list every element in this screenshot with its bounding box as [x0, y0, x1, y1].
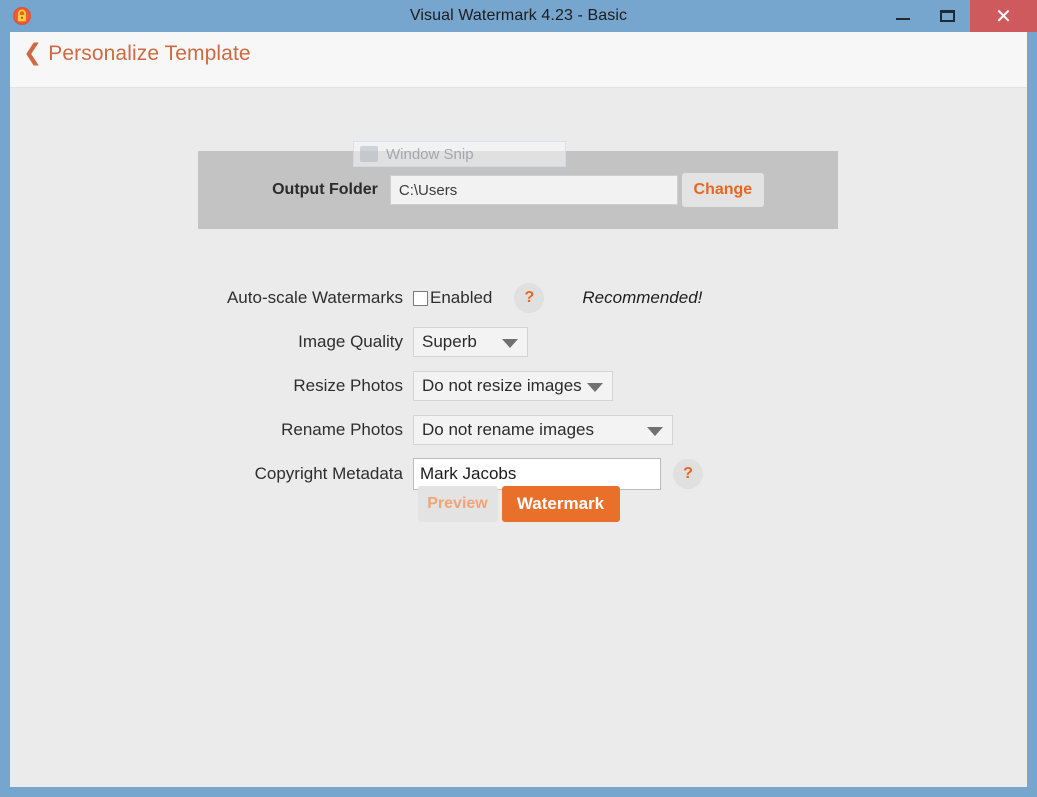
- resize-photos-select[interactable]: Do not resize images: [413, 371, 613, 401]
- chevron-left-icon: ❮: [23, 42, 42, 65]
- back-to-personalize-template[interactable]: ❮ Personalize Template: [23, 42, 251, 66]
- row-image-quality: Image Quality Superb: [10, 320, 1027, 364]
- title-bar: Visual Watermark 4.23 - Basic ✕: [0, 0, 1037, 32]
- auto-scale-checkbox-label: Enabled: [430, 288, 492, 308]
- output-folder-input[interactable]: [390, 175, 678, 205]
- resize-photos-value: Do not resize images: [422, 376, 582, 396]
- page-header: ❮ Personalize Template: [10, 32, 1027, 88]
- watermark-button[interactable]: Watermark: [502, 486, 620, 522]
- close-icon: ✕: [995, 6, 1012, 26]
- rename-photos-select[interactable]: Do not rename images: [413, 415, 673, 445]
- window-controls: ✕: [880, 0, 1037, 32]
- row-auto-scale: Auto-scale Watermarks Enabled ? Recommen…: [10, 276, 1027, 320]
- image-quality-value: Superb: [422, 332, 477, 352]
- page-body: Output Folder Change Auto-scale Watermar…: [10, 88, 1027, 787]
- image-quality-select[interactable]: Superb: [413, 327, 528, 357]
- row-resize-photos: Resize Photos Do not resize images: [10, 364, 1027, 408]
- row-rename-photos: Rename Photos Do not rename images: [10, 408, 1027, 452]
- image-quality-label: Image Quality: [10, 332, 413, 352]
- auto-scale-checkbox[interactable]: Enabled: [413, 288, 492, 308]
- minimize-button[interactable]: [880, 0, 925, 32]
- minimize-icon: [896, 18, 910, 20]
- change-folder-button[interactable]: Change: [682, 173, 764, 207]
- action-buttons: Preview Watermark: [10, 486, 1027, 522]
- output-folder-label: Output Folder: [272, 181, 378, 199]
- client-area: ❮ Personalize Template Output Folder Cha…: [10, 32, 1027, 787]
- close-button[interactable]: ✕: [970, 0, 1037, 32]
- copyright-metadata-help-button[interactable]: ?: [673, 459, 703, 489]
- auto-scale-recommended-note: Recommended!: [582, 288, 702, 308]
- preview-button[interactable]: Preview: [418, 486, 498, 522]
- application-window: Visual Watermark 4.23 - Basic ✕ ❮ Person…: [0, 0, 1037, 797]
- maximize-icon: [940, 10, 955, 22]
- maximize-button[interactable]: [925, 0, 970, 32]
- output-folder-panel: Output Folder Change: [198, 151, 838, 229]
- page-title: Personalize Template: [48, 42, 250, 66]
- settings-form: Auto-scale Watermarks Enabled ? Recommen…: [10, 276, 1027, 496]
- rename-photos-label: Rename Photos: [10, 420, 413, 440]
- auto-scale-label: Auto-scale Watermarks: [10, 288, 413, 308]
- chevron-down-icon: [647, 427, 663, 436]
- resize-photos-label: Resize Photos: [10, 376, 413, 396]
- chevron-down-icon: [502, 339, 518, 348]
- chevron-down-icon: [587, 383, 603, 392]
- rename-photos-value: Do not rename images: [422, 420, 594, 440]
- auto-scale-help-button[interactable]: ?: [514, 283, 544, 313]
- checkbox-box-icon: [413, 291, 428, 306]
- copyright-metadata-label: Copyright Metadata: [10, 464, 413, 484]
